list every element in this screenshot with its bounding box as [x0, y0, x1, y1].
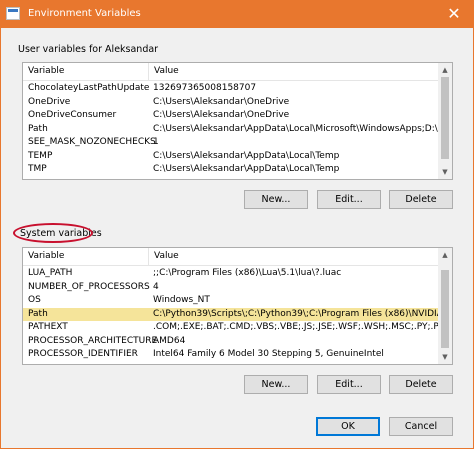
user-variables-list[interactable]: Variable Value ChocolateyLastPathUpdate 1… [22, 62, 453, 180]
variable-name: OneDriveConsumer [28, 110, 117, 120]
variable-value: C:\Python39\Scripts\;C:\Python39\;C:\Pro… [153, 308, 438, 319]
variable-name: LUA_PATH [28, 268, 73, 278]
variable-value: C:\Users\Aleksandar\OneDrive [153, 96, 290, 107]
system-new-button[interactable]: New... [244, 375, 308, 394]
variable-value: 132697365008158707 [153, 83, 257, 93]
table-row[interactable]: Path C:\Users\Aleksandar\AppData\Local\Mi… [23, 123, 438, 137]
system-list-header: Variable Value [23, 248, 438, 266]
variable-value: AMD64 [153, 335, 186, 346]
user-delete-button[interactable]: Delete [389, 190, 453, 209]
variable-value: C:\Users\Aleksandar\AppData\Local\Temp [153, 164, 340, 174]
system-col-value[interactable]: Value [154, 251, 179, 261]
variable-name: PROCESSOR_IDENTIFIER [28, 349, 138, 359]
scroll-down-icon[interactable]: ▼ [438, 350, 452, 364]
variable-value: Windows_NT [153, 295, 210, 305]
system-delete-button[interactable]: Delete [389, 375, 453, 394]
user-col-value[interactable]: Value [154, 66, 179, 76]
table-row[interactable]: TMP C:\Users\Aleksandar\AppData\Local\Tem… [23, 163, 438, 177]
user-new-button[interactable]: New... [244, 190, 308, 209]
variable-name: SEE_MASK_NOZONECHECKS [28, 137, 156, 147]
variable-name: Path [28, 123, 48, 134]
table-row[interactable]: NUMBER_OF_PROCESSORS 4 [23, 281, 438, 295]
cancel-button[interactable]: Cancel [389, 417, 453, 436]
table-row[interactable]: OneDriveConsumer C:\Users\Aleksandar\OneD… [23, 109, 438, 123]
table-row[interactable]: PATHEXT .COM;.EXE;.BAT;.CMD;.VBS;.VBE;.JS… [23, 321, 438, 335]
ok-button[interactable]: OK [316, 417, 380, 436]
variable-value: ;;C:\Program Files (x86)\Lua\5.1\lua\?.l… [153, 268, 342, 278]
variable-name: TEMP [28, 150, 53, 161]
user-list-header: Variable Value [23, 63, 438, 81]
variable-value: C:\Users\Aleksandar\AppData\Local\Micros… [153, 123, 438, 134]
system-list-scrollbar[interactable]: ▲ ▼ [438, 248, 452, 364]
window-icon [6, 7, 20, 20]
table-row[interactable]: TEMP C:\Users\Aleksandar\AppData\Local\Te… [23, 150, 438, 164]
table-row[interactable]: LUA_PATH ;;C:\Program Files (x86)\Lua\5.1… [23, 267, 438, 281]
table-row[interactable]: Path C:\Python39\Scripts\;C:\Python39\;C:… [23, 307, 438, 321]
user-variables-label: User variables for Aleksandar [18, 44, 159, 55]
variable-value: C:\Users\Aleksandar\OneDrive [153, 110, 290, 120]
title-bar[interactable]: Environment Variables ✕ [0, 0, 474, 28]
table-row[interactable]: OS Windows_NT [23, 294, 438, 308]
variable-name: OS [28, 295, 41, 305]
user-list-scrollbar[interactable]: ▲ ▼ [438, 63, 452, 179]
annotation-circle [13, 223, 93, 243]
table-row[interactable]: SEE_MASK_NOZONECHECKS 1 [23, 136, 438, 150]
variable-name: NUMBER_OF_PROCESSORS [28, 281, 150, 292]
variable-name: Path [28, 308, 48, 319]
scroll-up-icon[interactable]: ▲ [438, 63, 452, 77]
variable-value: C:\Users\Aleksandar\AppData\Local\Temp [153, 150, 340, 161]
table-row[interactable]: ChocolateyLastPathUpdate 1326973650081587… [23, 82, 438, 96]
table-row[interactable]: PROCESSOR_IDENTIFIER Intel64 Family 6 Mod… [23, 348, 438, 362]
scroll-up-icon[interactable]: ▲ [438, 248, 452, 262]
variable-name: TMP [28, 164, 47, 174]
variable-value: .COM;.EXE;.BAT;.CMD;.VBS;.VBE;.JS;.JSE;.… [153, 322, 438, 332]
scroll-thumb[interactable] [441, 270, 449, 348]
variable-value: 1 [153, 137, 159, 147]
system-edit-button[interactable]: Edit... [317, 375, 381, 394]
variable-name: ChocolateyLastPathUpdate [28, 83, 150, 93]
close-button[interactable]: ✕ [434, 0, 474, 28]
user-col-variable[interactable]: Variable [28, 66, 64, 76]
scroll-thumb[interactable] [441, 77, 449, 159]
variable-value: 4 [153, 281, 159, 292]
user-edit-button[interactable]: Edit... [317, 190, 381, 209]
variable-name: PATHEXT [28, 322, 68, 332]
variable-name: OneDrive [28, 96, 71, 107]
table-row[interactable]: PROCESSOR_ARCHITECTURE AMD64 [23, 335, 438, 349]
window-title: Environment Variables [28, 8, 141, 19]
system-col-variable[interactable]: Variable [28, 251, 64, 261]
scroll-down-icon[interactable]: ▼ [438, 165, 452, 179]
variable-value: Intel64 Family 6 Model 30 Stepping 5, Ge… [153, 349, 384, 359]
variable-name: PROCESSOR_ARCHITECTURE [28, 335, 158, 346]
system-variables-list[interactable]: Variable Value LUA_PATH ;;C:\Program File… [22, 247, 453, 365]
table-row[interactable]: OneDrive C:\Users\Aleksandar\OneDrive [23, 96, 438, 110]
